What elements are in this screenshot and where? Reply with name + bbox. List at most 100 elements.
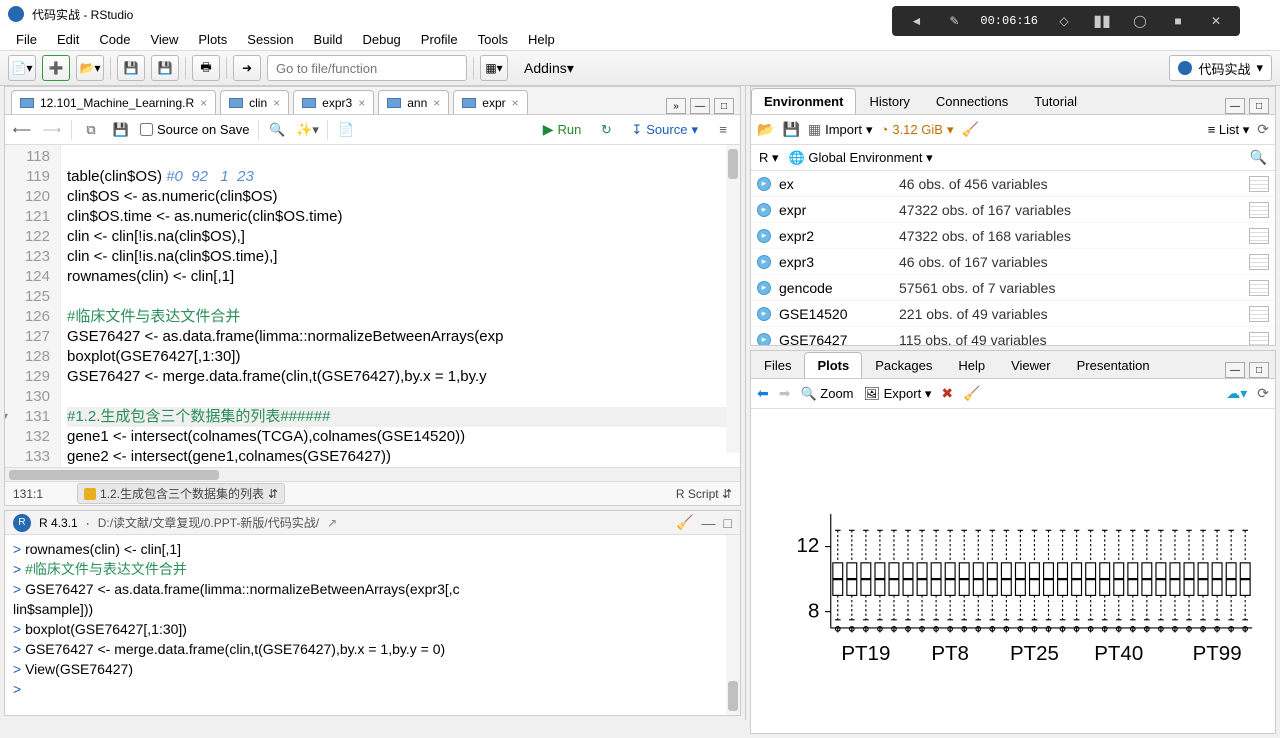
export-button[interactable]: 🖼 Export ▾ <box>864 386 932 402</box>
save-all-button[interactable]: 💾 <box>151 55 179 81</box>
env-row[interactable]: ▸ex46 obs. of 456 variables <box>751 171 1275 197</box>
list-view-button[interactable]: ≡ List ▾ <box>1208 122 1250 138</box>
show-in-new-icon[interactable]: ⧉ <box>80 119 102 141</box>
editor-vscroll[interactable] <box>726 145 740 453</box>
view-table-icon[interactable] <box>1249 202 1269 218</box>
source-button[interactable]: ↧Source ▾ <box>625 122 704 138</box>
env-tab-history[interactable]: History <box>856 88 922 114</box>
goto-prev-button[interactable]: ➜ <box>233 55 261 81</box>
console-clear-icon[interactable]: 🧹 <box>676 514 693 531</box>
rec-stop-icon[interactable]: ■ <box>1166 9 1190 33</box>
plot-tab-plots[interactable]: Plots <box>804 352 862 378</box>
expand-icon[interactable]: ▸ <box>757 203 771 217</box>
menu-profile[interactable]: Profile <box>413 30 466 49</box>
close-tab-icon[interactable]: × <box>512 96 519 110</box>
addins-menu[interactable]: Addins ▾ <box>514 55 584 81</box>
search-env-icon[interactable]: 🔍 <box>1250 149 1267 166</box>
scope-selector[interactable]: 🌐 Global Environment ▾ <box>789 150 933 166</box>
env-row[interactable]: ▸GSE76427115 obs. of 49 variables <box>751 327 1275 345</box>
plot-prev-icon[interactable]: ⬅ <box>757 385 769 402</box>
compile-report-icon[interactable]: 📄 <box>336 119 358 141</box>
view-table-icon[interactable] <box>1249 280 1269 296</box>
save-button[interactable]: 💾 <box>117 55 145 81</box>
refresh-env-icon[interactable]: ⟳ <box>1257 121 1269 138</box>
outline-icon[interactable]: ≡ <box>712 119 734 141</box>
zoom-button[interactable]: 🔍 Zoom <box>800 386 853 402</box>
find-icon[interactable]: 🔍 <box>267 119 289 141</box>
menu-file[interactable]: File <box>8 30 45 49</box>
file-tab[interactable]: 12.101_Machine_Learning.R× <box>11 90 216 114</box>
nav-fwd-icon[interactable]: ⟶ <box>41 119 63 141</box>
env-tab-environment[interactable]: Environment <box>751 88 856 114</box>
lang-selector[interactable]: R ▾ <box>759 150 779 166</box>
rec-pause-icon[interactable]: ▮▮ <box>1090 9 1114 33</box>
memory-usage[interactable]: ◔ 3.12 GiB ▾ <box>880 122 953 138</box>
view-table-icon[interactable] <box>1249 332 1269 346</box>
menu-session[interactable]: Session <box>239 30 301 49</box>
menu-debug[interactable]: Debug <box>354 30 408 49</box>
menu-tools[interactable]: Tools <box>470 30 516 49</box>
env-list[interactable]: ▸ex46 obs. of 456 variables▸expr47322 ob… <box>751 171 1275 345</box>
code-editor[interactable]: 1181191201211221231241251261271281291301… <box>5 145 740 467</box>
save-source-icon[interactable]: 💾 <box>110 119 132 141</box>
plot-tab-packages[interactable]: Packages <box>862 352 945 378</box>
source-more-tabs-icon[interactable]: » <box>666 98 686 114</box>
file-type-selector[interactable]: R Script ⇵ <box>676 487 732 501</box>
refresh-plot-icon[interactable]: ⟳ <box>1257 385 1269 402</box>
console[interactable]: > rownames(clin) <- clin[,1]> #临床文件与表达文件… <box>5 535 740 715</box>
source-maximize-icon[interactable]: □ <box>714 98 734 114</box>
grid-button[interactable]: ▦▾ <box>480 55 508 81</box>
menu-help[interactable]: Help <box>520 30 563 49</box>
rec-record-icon[interactable]: ◯ <box>1128 9 1152 33</box>
env-row[interactable]: ▸gencode57561 obs. of 7 variables <box>751 275 1275 301</box>
new-file-button[interactable]: 📄▾ <box>8 55 36 81</box>
wd-popup-icon[interactable]: ↗ <box>327 516 337 530</box>
env-minimize-icon[interactable]: — <box>1225 98 1245 114</box>
close-tab-icon[interactable]: × <box>358 96 365 110</box>
plot-tab-presentation[interactable]: Presentation <box>1064 352 1163 378</box>
remove-plot-icon[interactable]: ✖ <box>941 385 953 402</box>
expand-icon[interactable]: ▸ <box>757 255 771 269</box>
expand-icon[interactable]: ▸ <box>757 281 771 295</box>
env-tab-connections[interactable]: Connections <box>923 88 1021 114</box>
print-button[interactable]: 🖶 <box>192 55 220 81</box>
save-ws-icon[interactable]: 💾 <box>782 121 799 138</box>
close-tab-icon[interactable]: × <box>273 96 280 110</box>
plots-maximize-icon[interactable]: □ <box>1249 362 1269 378</box>
rec-shield-icon[interactable]: ◇ <box>1052 9 1076 33</box>
import-button[interactable]: ▦Import ▾ <box>808 121 873 138</box>
file-tab[interactable]: expr× <box>453 90 527 114</box>
rerun-icon[interactable]: ↻ <box>595 119 617 141</box>
wand-icon[interactable]: ✨▾ <box>297 119 319 141</box>
section-indicator[interactable]: 1.2.生成包含三个数据集的列表 ⇵ <box>77 483 285 504</box>
close-tab-icon[interactable]: × <box>433 96 440 110</box>
plot-tab-viewer[interactable]: Viewer <box>998 352 1064 378</box>
project-selector[interactable]: 代码实战 ▾ <box>1169 55 1272 81</box>
console-minimize-icon[interactable]: — <box>702 515 716 531</box>
file-tab[interactable]: expr3× <box>293 90 374 114</box>
env-row[interactable]: ▸expr346 obs. of 167 variables <box>751 249 1275 275</box>
expand-icon[interactable]: ▸ <box>757 307 771 321</box>
editor-hscroll[interactable] <box>5 467 740 481</box>
nav-back-icon[interactable]: ⟵ <box>11 119 33 141</box>
env-row[interactable]: ▸expr247322 obs. of 168 variables <box>751 223 1275 249</box>
rec-edit-icon[interactable]: ✎ <box>942 9 966 33</box>
view-table-icon[interactable] <box>1249 254 1269 270</box>
view-table-icon[interactable] <box>1249 176 1269 192</box>
env-row[interactable]: ▸GSE14520221 obs. of 49 variables <box>751 301 1275 327</box>
publish-icon[interactable]: ☁▾ <box>1226 385 1247 402</box>
load-ws-icon[interactable]: 📂 <box>757 121 774 138</box>
close-tab-icon[interactable]: × <box>200 96 207 110</box>
env-maximize-icon[interactable]: □ <box>1249 98 1269 114</box>
file-tab[interactable]: ann× <box>378 90 449 114</box>
plot-tab-files[interactable]: Files <box>751 352 804 378</box>
menu-build[interactable]: Build <box>306 30 351 49</box>
clear-ws-icon[interactable]: 🧹 <box>961 121 978 138</box>
menu-edit[interactable]: Edit <box>49 30 87 49</box>
expand-icon[interactable]: ▸ <box>757 333 771 346</box>
env-row[interactable]: ▸expr47322 obs. of 167 variables <box>751 197 1275 223</box>
run-button[interactable]: ▶Run <box>537 121 588 138</box>
console-vscroll[interactable] <box>726 535 740 715</box>
new-project-button[interactable]: ➕ <box>42 55 70 81</box>
file-tab[interactable]: clin× <box>220 90 289 114</box>
